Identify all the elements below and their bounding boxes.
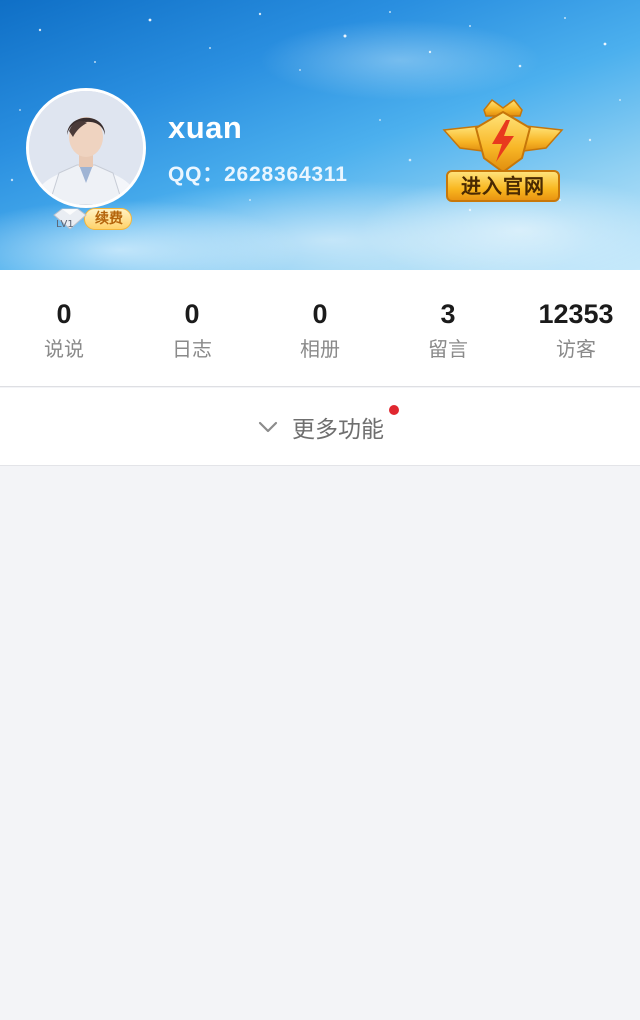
stat-label: 访客 <box>556 337 596 361</box>
stat-blog[interactable]: 0 日志 <box>128 270 256 386</box>
stat-messages[interactable]: 3 留言 <box>384 270 512 386</box>
enter-official-site-label: 进入官网 <box>446 170 560 202</box>
profile-header: LV1 续费 xuan QQ：2628364311 进入官网 <box>0 0 640 270</box>
stat-value: 3 <box>440 299 456 329</box>
level-text: LV1 <box>56 219 74 230</box>
notification-dot <box>389 405 399 415</box>
stat-label: 留言 <box>428 337 468 361</box>
renew-button[interactable]: 续费 <box>84 208 132 230</box>
level-badge[interactable]: LV1 续费 <box>50 206 132 232</box>
stat-album[interactable]: 0 相册 <box>256 270 384 386</box>
stat-label: 相册 <box>300 337 340 361</box>
username: xuan <box>168 110 243 145</box>
stat-visitors[interactable]: 12353 访客 <box>512 270 640 386</box>
stat-value: 0 <box>312 299 328 329</box>
stat-shuoshuo[interactable]: 0 说说 <box>0 270 128 386</box>
stat-label: 说说 <box>44 337 84 361</box>
content-area <box>0 467 640 1020</box>
stats-bar: 0 说说 0 日志 0 相册 3 留言 12353 访客 <box>0 270 640 387</box>
lightning-wings-icon <box>442 98 564 174</box>
stat-value: 12353 <box>538 299 614 329</box>
more-functions-label: 更多功能 <box>292 416 384 443</box>
chevron-down-icon <box>258 421 278 432</box>
enter-official-site-button[interactable]: 进入官网 <box>440 96 566 208</box>
avatar[interactable] <box>26 88 146 208</box>
stat-value: 0 <box>184 299 200 329</box>
stat-label: 日志 <box>172 337 212 361</box>
more-functions-button[interactable]: 更多功能 <box>0 388 640 466</box>
qq-number: QQ：2628364311 <box>168 163 348 186</box>
stat-value: 0 <box>56 299 72 329</box>
diamond-level-icon: LV1 <box>50 207 90 231</box>
